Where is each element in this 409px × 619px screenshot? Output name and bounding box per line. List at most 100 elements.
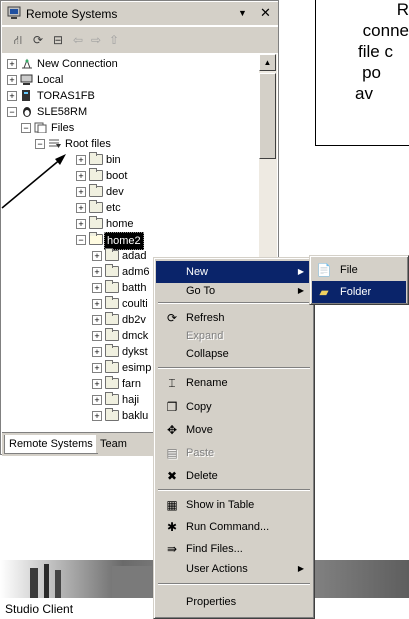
expand-icon[interactable]: +	[92, 363, 102, 373]
new-connection-icon[interactable]: ⛙	[10, 32, 26, 48]
folder-icon	[89, 184, 103, 197]
new-submenu: 📄 File ▰ Folder	[309, 255, 409, 305]
folder-icon	[89, 200, 103, 213]
menu-item-run-command[interactable]: ✱ Run Command...	[156, 516, 312, 538]
folder-icon	[105, 376, 119, 389]
callout-line: file c	[358, 42, 393, 61]
run-command-icon: ✱	[166, 520, 178, 534]
menu-separator	[158, 367, 310, 369]
menu-item-rename[interactable]: ⌶ Rename	[156, 372, 312, 394]
expand-icon[interactable]: +	[76, 203, 86, 213]
menu-item-move[interactable]: ✥ Move	[156, 419, 312, 441]
files-subsystem-icon	[34, 122, 47, 133]
menu-item-properties[interactable]: Properties	[156, 591, 312, 613]
expand-icon[interactable]: +	[92, 299, 102, 309]
linux-system-icon	[23, 107, 31, 117]
menu-item-user-actions[interactable]: User Actions ▶	[156, 558, 312, 580]
collapse-icon[interactable]: −	[76, 235, 86, 245]
folder-icon	[105, 296, 119, 309]
chevron-down-icon[interactable]: ▼	[238, 8, 247, 18]
table-icon: ▦	[166, 498, 178, 512]
scroll-thumb[interactable]	[259, 73, 276, 159]
submenu-arrow-icon: ▶	[297, 286, 304, 295]
callout-arrow	[1, 154, 66, 209]
collapse-icon[interactable]: −	[21, 123, 31, 133]
folder-icon	[105, 328, 119, 341]
back-icon[interactable]: ⇦	[70, 32, 86, 48]
folder-icon	[89, 168, 103, 181]
footer-caption: Studio Client	[5, 602, 74, 616]
new-folder-icon: ▰	[319, 285, 329, 299]
expand-icon[interactable]: +	[76, 171, 86, 181]
expand-icon[interactable]: +	[92, 395, 102, 405]
menu-separator	[158, 302, 310, 304]
expand-icon[interactable]: +	[76, 187, 86, 197]
view-title-bar: Remote Systems ▼ ✕	[2, 2, 278, 26]
paste-icon: ▤	[166, 446, 178, 460]
collapse-icon[interactable]: −	[7, 107, 17, 117]
submenu-item-file[interactable]: 📄 File	[312, 259, 406, 281]
folder-icon	[105, 248, 119, 261]
open-folder-icon	[89, 232, 103, 245]
callout-box: R conne file c po av	[315, 0, 409, 146]
new-connection-icon	[22, 58, 32, 69]
expand-icon[interactable]: +	[7, 91, 17, 101]
context-menu: New ▶ Go To ▶ ⟳ Refresh Expand Collapse …	[153, 257, 315, 619]
folder-icon	[105, 360, 119, 373]
expand-icon[interactable]: +	[92, 267, 102, 277]
forward-icon[interactable]: ⇨	[88, 32, 104, 48]
expand-icon[interactable]: +	[76, 219, 86, 229]
folder-icon	[105, 344, 119, 357]
expand-icon[interactable]: +	[92, 315, 102, 325]
expand-icon[interactable]: +	[7, 59, 17, 69]
delete-icon: ✖	[166, 469, 178, 483]
folder-icon	[89, 216, 103, 229]
menu-item-show-in-table[interactable]: ▦ Show in Table	[156, 494, 312, 516]
folder-icon	[105, 392, 119, 405]
up-icon[interactable]: ⇧	[106, 32, 122, 48]
menu-item-delete[interactable]: ✖ Delete	[156, 465, 312, 487]
expand-icon[interactable]: +	[92, 379, 102, 389]
callout-line: po	[362, 63, 381, 82]
local-system-icon	[20, 74, 33, 85]
collapse-all-icon[interactable]: ⊟	[50, 32, 66, 48]
folder-icon	[105, 408, 119, 421]
expand-icon[interactable]: +	[76, 155, 86, 165]
move-icon: ✥	[166, 423, 178, 437]
folder-icon	[105, 264, 119, 277]
callout-line: av	[355, 84, 373, 103]
expand-icon[interactable]: +	[7, 75, 17, 85]
menu-item-collapse[interactable]: Collapse	[156, 343, 312, 365]
view-toolbar: ⛙ ⟳ ⊟ ⇦ ⇨ ⇧	[2, 27, 278, 53]
callout-line: conne	[362, 21, 409, 40]
menu-item-go-to[interactable]: Go To ▶	[156, 280, 312, 302]
find-files-icon: ⇛	[166, 542, 178, 556]
folder-icon	[105, 312, 119, 325]
rename-icon: ⌶	[168, 376, 176, 390]
folder-icon	[105, 280, 119, 293]
expand-icon[interactable]: +	[92, 251, 102, 261]
close-icon[interactable]: ✕	[260, 5, 271, 21]
callout-line: R	[396, 0, 409, 19]
refresh-icon[interactable]: ⟳	[30, 32, 46, 48]
submenu-arrow-icon: ▶	[297, 564, 304, 573]
refresh-icon: ⟳	[166, 311, 178, 325]
menu-separator	[158, 583, 310, 585]
copy-icon: ❐	[166, 400, 178, 414]
menu-separator	[158, 489, 310, 491]
scroll-up-button[interactable]: ▲	[259, 54, 276, 71]
menu-item-paste[interactable]: ▤ Paste	[156, 442, 312, 464]
expand-icon[interactable]: +	[92, 331, 102, 341]
iseries-system-icon	[22, 90, 30, 101]
tab-team[interactable]: Team	[96, 435, 131, 453]
expand-icon[interactable]: +	[92, 411, 102, 421]
new-file-icon: 📄	[316, 263, 332, 277]
tab-remote-systems[interactable]: Remote Systems	[4, 435, 98, 454]
submenu-item-folder[interactable]: ▰ Folder	[312, 281, 406, 303]
menu-item-find-files[interactable]: ⇛ Find Files...	[156, 538, 312, 560]
folder-icon	[89, 152, 103, 165]
expand-icon[interactable]: +	[92, 283, 102, 293]
remote-systems-icon	[7, 6, 21, 19]
expand-icon[interactable]: +	[92, 347, 102, 357]
menu-item-copy[interactable]: ❐ Copy	[156, 396, 312, 418]
